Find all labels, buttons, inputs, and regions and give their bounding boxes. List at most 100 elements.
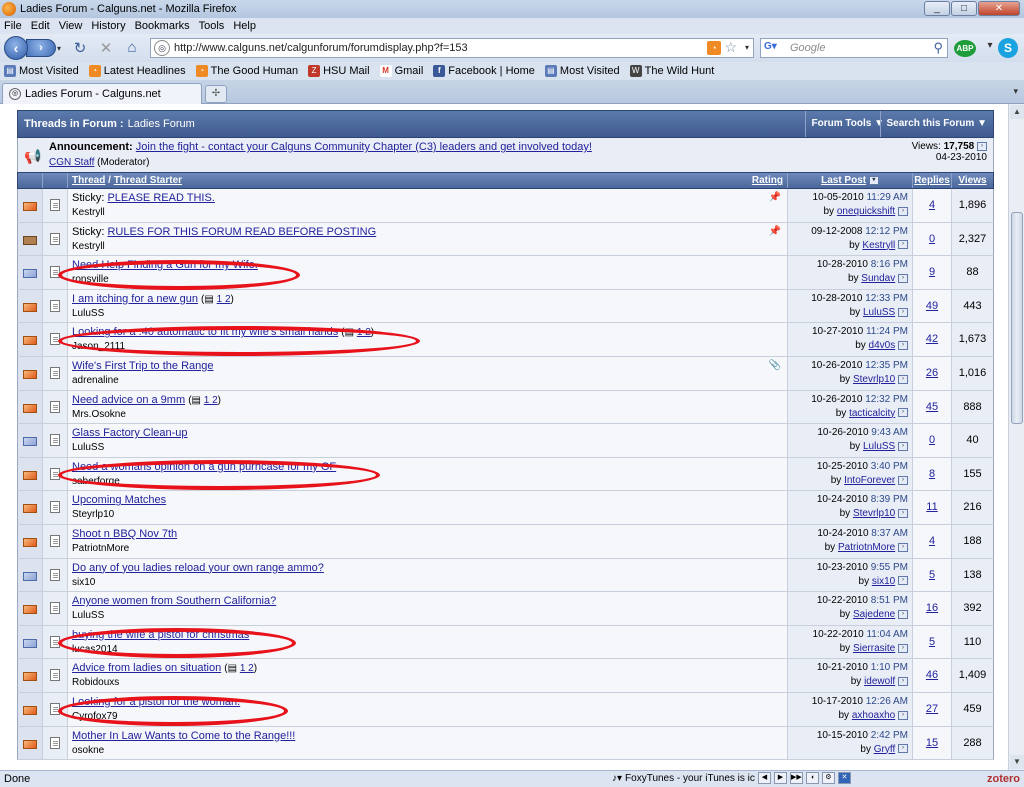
go-to-last-post-icon[interactable]: › bbox=[898, 442, 908, 452]
search-forum-button[interactable]: Search this Forum ▼ bbox=[879, 111, 994, 137]
thread-title-link[interactable]: RULES FOR THIS FORUM READ BEFORE POSTING bbox=[107, 226, 376, 238]
last-poster-link[interactable]: Sierrasite bbox=[853, 643, 895, 654]
last-poster-link[interactable]: onequickshift bbox=[837, 206, 895, 217]
replies-link[interactable]: 27 bbox=[926, 703, 938, 715]
go-to-last-post-icon[interactable]: › bbox=[898, 710, 908, 720]
url-text[interactable]: http://www.calguns.net/calgunforum/forum… bbox=[174, 42, 468, 54]
go-to-last-post-icon[interactable]: › bbox=[898, 542, 908, 552]
replies-link[interactable]: 5 bbox=[929, 636, 935, 648]
last-poster-link[interactable]: idewolf bbox=[864, 676, 895, 687]
home-icon[interactable]: ⌂ bbox=[122, 39, 142, 56]
thread-title-link[interactable]: Upcoming Matches bbox=[72, 494, 166, 506]
go-to-last-post-icon[interactable]: › bbox=[898, 677, 908, 687]
google-icon[interactable]: G▾ bbox=[764, 41, 780, 55]
last-poster-link[interactable]: Kestryll bbox=[862, 240, 895, 251]
address-bar[interactable]: ◎ http://www.calguns.net/calgunforum/for… bbox=[150, 38, 754, 58]
last-poster-link[interactable]: Stevrlp10 bbox=[853, 374, 895, 385]
thread-title-link[interactable]: Do any of you ladies reload your own ran… bbox=[72, 562, 324, 574]
play-icon[interactable]: ▶ bbox=[773, 772, 787, 784]
volume-icon[interactable]: ◖ bbox=[805, 772, 819, 784]
page-link[interactable]: 1 2 bbox=[240, 663, 254, 674]
announcement-author[interactable]: CGN Staff bbox=[49, 157, 94, 168]
sort-rating-link[interactable]: Rating bbox=[752, 173, 783, 188]
replies-link[interactable]: 0 bbox=[929, 434, 935, 446]
bookmark-the-wild-hunt[interactable]: W The Wild Hunt bbox=[629, 65, 714, 77]
tab-list-icon[interactable]: ▾ bbox=[1013, 86, 1018, 97]
replies-link[interactable]: 0 bbox=[929, 233, 935, 245]
go-to-last-post-icon[interactable]: › bbox=[898, 576, 908, 586]
page-link[interactable]: 1 2 bbox=[357, 327, 371, 338]
menu-tools[interactable]: Tools bbox=[199, 20, 225, 32]
replies-link[interactable]: 49 bbox=[926, 300, 938, 312]
stop-icon[interactable]: ✕ bbox=[96, 39, 116, 57]
sort-views-link[interactable]: Views bbox=[958, 175, 986, 186]
back-button[interactable]: ‹ bbox=[4, 36, 28, 60]
minimize-button[interactable]: _ bbox=[924, 1, 950, 16]
replies-link[interactable]: 9 bbox=[929, 266, 935, 278]
thread-title-link[interactable]: PLEASE READ THIS. bbox=[107, 192, 214, 204]
go-to-last-post-icon[interactable]: › bbox=[898, 341, 908, 351]
menu-bookmarks[interactable]: Bookmarks bbox=[135, 20, 190, 32]
menu-file[interactable]: File bbox=[4, 20, 22, 32]
go-to-last-post-icon[interactable]: › bbox=[898, 274, 908, 284]
thread-title-link[interactable]: Looking for a pistol for the woman. bbox=[72, 696, 240, 708]
replies-link[interactable]: 45 bbox=[926, 401, 938, 413]
thread-title-link[interactable]: Need Help Finding a Gun for my Wife. bbox=[72, 259, 258, 271]
announcement-link[interactable]: Join the fight - contact your Calguns Co… bbox=[136, 141, 592, 153]
next-track-icon[interactable]: ▶▶ bbox=[789, 772, 803, 784]
forward-button[interactable]: › bbox=[26, 39, 56, 57]
go-to-last-post-icon[interactable]: › bbox=[898, 609, 908, 619]
search-placeholder[interactable]: Google bbox=[790, 42, 825, 54]
thread-title-link[interactable]: Anyone women from Southern California? bbox=[72, 595, 276, 607]
abp-dropdown-icon[interactable]: ▾ bbox=[980, 40, 1000, 51]
bookmark-latest-headlines[interactable]: ◔ Latest Headlines bbox=[88, 65, 186, 77]
menu-edit[interactable]: Edit bbox=[31, 20, 50, 32]
tab-ladies-forum[interactable]: ◎ Ladies Forum - Calguns.net bbox=[2, 83, 202, 104]
prev-track-icon[interactable]: ◀ bbox=[757, 772, 771, 784]
last-poster-link[interactable]: Stevrlp10 bbox=[853, 508, 895, 519]
thread-title-link[interactable]: Shoot n BBQ Nov 7th bbox=[72, 528, 177, 540]
thread-title-link[interactable]: buying the wife a pistol for christmas bbox=[72, 629, 249, 641]
scroll-down-icon[interactable]: ▼ bbox=[1010, 755, 1024, 769]
replies-link[interactable]: 11 bbox=[926, 501, 937, 513]
replies-link[interactable]: 42 bbox=[926, 333, 938, 345]
go-to-last-post-icon[interactable]: › bbox=[898, 307, 908, 317]
sort-starter-link[interactable]: Thread Starter bbox=[114, 175, 182, 186]
thread-title-link[interactable]: Wife's First Trip to the Range bbox=[72, 360, 213, 372]
history-dropdown-icon[interactable]: ▾ bbox=[57, 44, 61, 53]
bookmark-star-icon[interactable]: ☆ bbox=[724, 39, 737, 56]
replies-link[interactable]: 16 bbox=[926, 602, 938, 614]
replies-link[interactable]: 4 bbox=[929, 535, 935, 547]
replies-link[interactable]: 8 bbox=[929, 468, 935, 480]
thread-title-link[interactable]: Mother In Law Wants to Come to the Range… bbox=[72, 730, 295, 742]
menu-view[interactable]: View bbox=[59, 20, 83, 32]
url-dropdown-icon[interactable]: ▾ bbox=[745, 43, 749, 52]
sort-last-post-link[interactable]: Last Post bbox=[821, 175, 866, 186]
sort-replies-link[interactable]: Replies bbox=[914, 175, 950, 186]
thread-title-link[interactable]: I am itching for a new gun bbox=[72, 293, 198, 305]
replies-link[interactable]: 4 bbox=[929, 199, 935, 211]
scroll-up-icon[interactable]: ▲ bbox=[1010, 105, 1024, 119]
go-to-last-post-icon[interactable]: › bbox=[898, 509, 908, 519]
zotero-button[interactable]: zotero bbox=[987, 773, 1020, 785]
last-poster-link[interactable]: Sundav bbox=[861, 273, 895, 284]
bookmark-the-good-human[interactable]: ◔ The Good Human bbox=[195, 65, 298, 77]
sort-thread-link[interactable]: Thread bbox=[72, 175, 105, 186]
settings-icon[interactable]: ⚙ bbox=[821, 772, 835, 784]
search-icon[interactable]: ⚲ bbox=[933, 40, 943, 56]
bookmark-facebook[interactable]: f Facebook | Home bbox=[433, 65, 535, 77]
replies-link[interactable]: 5 bbox=[929, 569, 935, 581]
last-poster-link[interactable]: d4v0s bbox=[869, 340, 896, 351]
page-link[interactable]: 1 2 bbox=[217, 294, 231, 305]
menu-help[interactable]: Help bbox=[233, 20, 256, 32]
site-identity-icon[interactable]: ◎ bbox=[154, 40, 170, 56]
bookmark-gmail[interactable]: M Gmail bbox=[379, 65, 423, 77]
go-to-last-post-icon[interactable]: › bbox=[898, 643, 908, 653]
last-poster-link[interactable]: Sajedene bbox=[853, 609, 895, 620]
forum-tools-button[interactable]: Forum Tools ▼ bbox=[804, 111, 891, 137]
sort-desc-icon[interactable]: ▾ bbox=[868, 175, 879, 185]
foxytunes-icon[interactable]: ♪▾ bbox=[612, 773, 622, 784]
adblock-plus-icon[interactable]: ABP bbox=[954, 40, 976, 57]
rss-feed-icon[interactable]: ◔ bbox=[707, 41, 721, 55]
go-to-last-post-icon[interactable]: › bbox=[898, 240, 908, 250]
